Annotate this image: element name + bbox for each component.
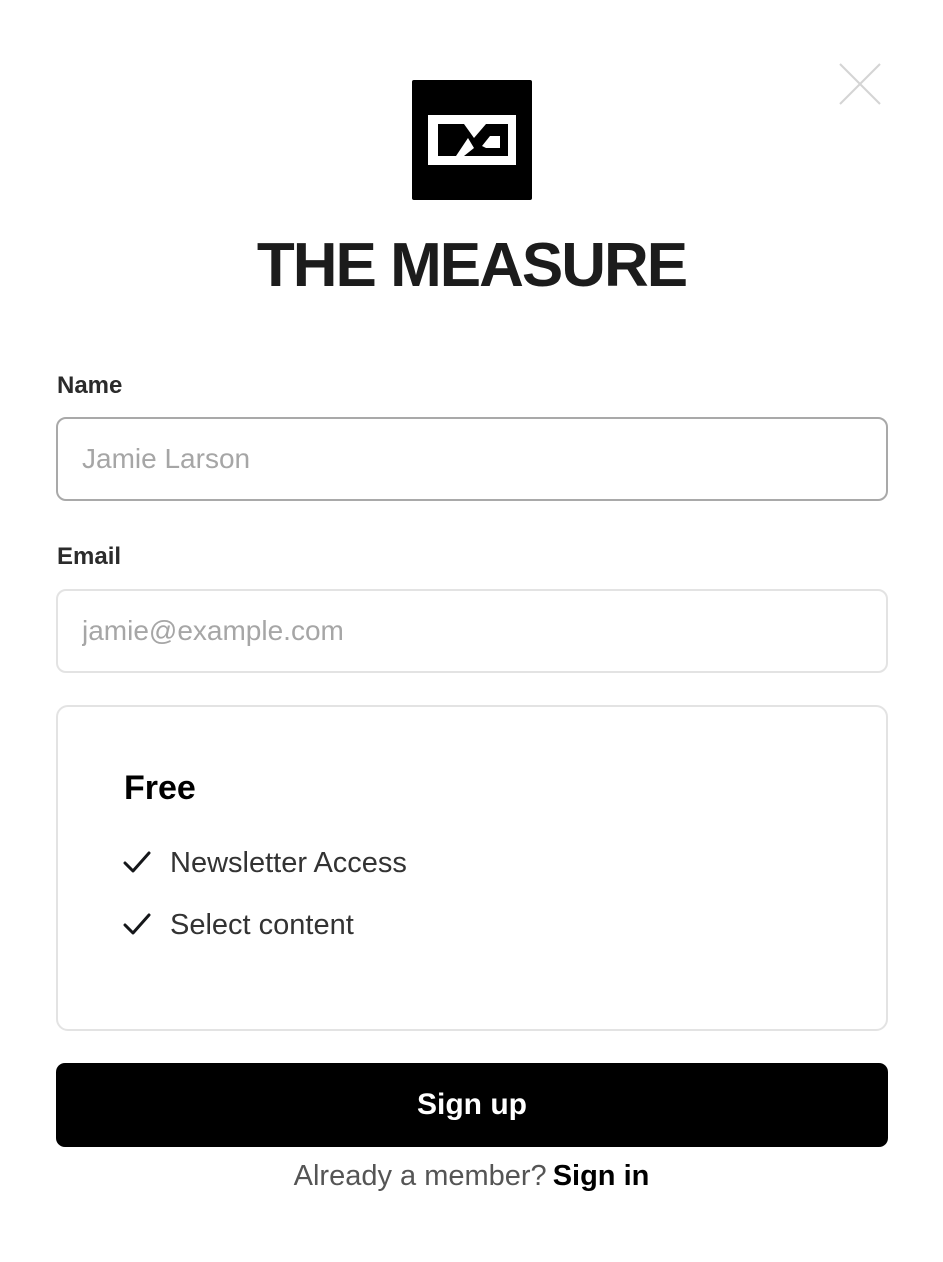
check-icon (123, 851, 151, 873)
plan-benefit-label: Newsletter Access (170, 846, 407, 879)
email-input[interactable] (56, 589, 888, 673)
name-input[interactable] (56, 417, 888, 501)
plan-benefit: Newsletter Access (122, 843, 407, 883)
sign-up-button[interactable]: Sign up (56, 1063, 888, 1147)
sign-in-prompt: Already a member? Sign in (0, 1160, 943, 1193)
site-title: THE MEASURE (256, 231, 688, 300)
plan-card-free[interactable]: Free Newsletter Access Select content (56, 705, 888, 1031)
sign-in-link[interactable]: Sign in (553, 1160, 650, 1192)
name-label: Name (57, 372, 123, 399)
the-measure-logo-icon (428, 115, 516, 165)
plan-benefit: Select content (122, 905, 354, 945)
plan-benefit-label: Select content (170, 908, 354, 941)
close-icon (839, 63, 881, 105)
already-member-text: Already a member? (293, 1160, 547, 1192)
plan-name: Free (124, 769, 196, 807)
close-button[interactable] (838, 62, 882, 106)
email-label: Email (57, 543, 122, 570)
check-icon (123, 913, 151, 935)
site-logo (412, 80, 532, 200)
